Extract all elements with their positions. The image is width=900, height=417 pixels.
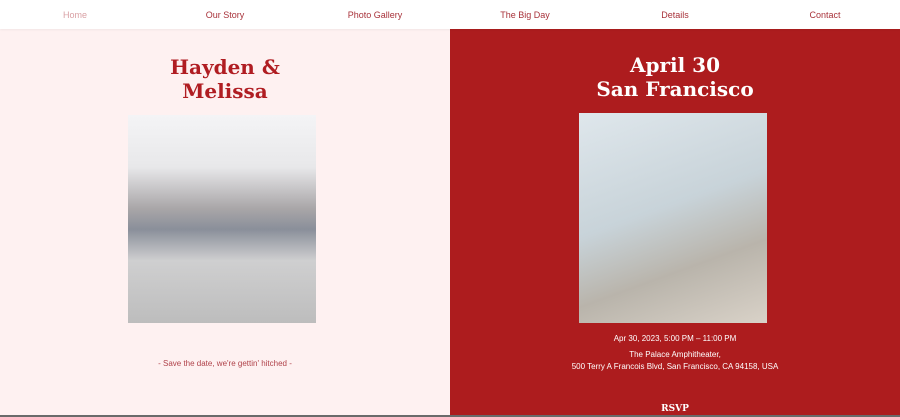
nav-big-day[interactable]: The Big Day [450,10,600,20]
event-section: April 30 San Francisco Apr 30, 2023, 5:00… [450,29,900,415]
top-nav: Home Our Story Photo Gallery The Big Day… [0,0,900,29]
event-venue: The Palace Amphitheater, [629,350,721,359]
event-datetime: Apr 30, 2023, 5:00 PM – 11:00 PM [613,334,737,343]
nav-photo-gallery[interactable]: Photo Gallery [300,10,450,20]
couple-names: Hayden & Melissa [170,55,280,103]
event-date-location: April 30 San Francisco [596,53,754,101]
nav-details[interactable]: Details [600,10,750,20]
nav-contact[interactable]: Contact [750,10,900,20]
couple-photo [128,115,316,323]
nav-home[interactable]: Home [0,10,150,20]
save-the-date-tagline: - Save the date, we're gettin' hitched - [158,359,292,368]
rsvp-button[interactable]: RSVP [450,404,900,414]
hands-photo [579,113,767,323]
couple-section: Hayden & Melissa - Save the date, we're g… [0,29,450,415]
event-address: 500 Terry A Francois Blvd, San Francisco… [571,362,779,371]
nav-our-story[interactable]: Our Story [150,10,300,20]
